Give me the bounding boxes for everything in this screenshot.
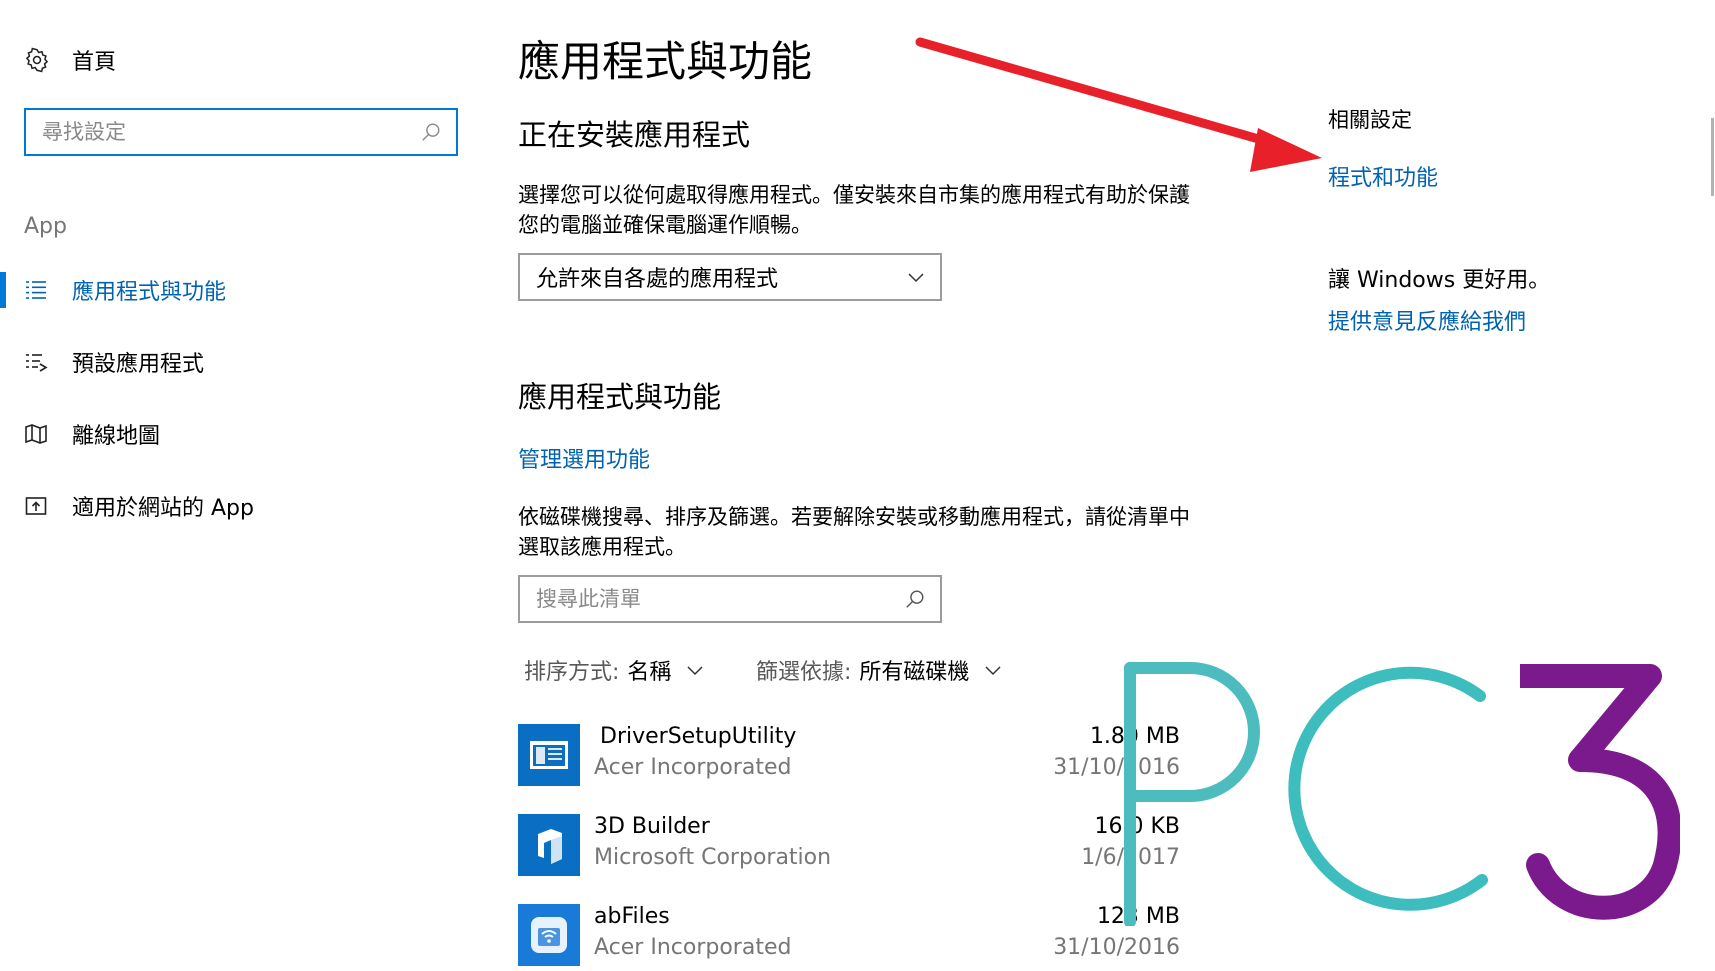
- sidebar-item-offline-maps[interactable]: 離線地圖: [0, 414, 460, 454]
- map-icon: [25, 424, 47, 444]
- chevron-down-icon: [687, 666, 703, 676]
- sort-value: 名稱: [627, 660, 672, 685]
- app-date: 31/10/2016: [1053, 755, 1180, 780]
- app-size: 123 MB: [1096, 904, 1180, 929]
- web-app-icon: [25, 497, 47, 515]
- apps-features-heading: 應用程式與功能: [518, 380, 722, 414]
- app-publisher: Acer Incorporated: [594, 755, 792, 780]
- app-list-search-box: [518, 575, 942, 623]
- app-list-item[interactable]: abFiles Acer Incorporated 123 MB 31/10/2…: [518, 902, 1180, 968]
- chevron-down-icon: [985, 666, 1001, 676]
- sidebar-item-label: 預設應用程式: [72, 352, 205, 377]
- settings-search-box: [24, 108, 458, 156]
- default-apps-icon: [26, 354, 48, 372]
- scrollbar-thumb[interactable]: [1711, 118, 1714, 196]
- home-nav[interactable]: 首頁: [24, 44, 116, 76]
- filter-dropdown[interactable]: 篩選依據: 所有磁碟機: [756, 654, 1003, 686]
- app-source-dropdown[interactable]: 允許來自各處的應用程式: [518, 253, 942, 301]
- 3d-builder-icon: [518, 814, 580, 876]
- feedback-title: 讓 Windows 更好用。: [1328, 268, 1551, 293]
- app-date: 31/10/2016: [1053, 935, 1180, 960]
- sort-dropdown[interactable]: 排序方式: 名稱: [524, 654, 705, 686]
- chevron-down-icon: [908, 273, 924, 283]
- installing-apps-description: 選擇您可以從何處取得應用程式。僅安裝來自市集的應用程式有助於保護您的電腦並確保電…: [518, 183, 1190, 237]
- page-title: 應用程式與功能: [518, 37, 813, 86]
- app-size: 1.80 MB: [1089, 724, 1180, 749]
- app-name: 3D Builder: [594, 814, 710, 839]
- driver-setup-icon: [518, 724, 580, 786]
- sidebar-item-label: 應用程式與功能: [72, 280, 227, 305]
- sidebar-section-label: App: [24, 214, 67, 239]
- app-source-value: 允許來自各處的應用程式: [536, 267, 779, 292]
- settings-window: 首頁 App 應用程式與功能: [0, 0, 1715, 971]
- sort-label: 排序方式:: [524, 660, 620, 685]
- filter-label: 篩選依據:: [756, 660, 852, 685]
- app-size: 16.0 KB: [1094, 814, 1181, 839]
- app-name: DriverSetupUtility: [600, 724, 797, 749]
- sidebar-item-apps-for-websites[interactable]: 適用於網站的 App: [0, 486, 460, 526]
- home-label: 首頁: [72, 50, 117, 75]
- app-publisher: Acer Incorporated: [594, 935, 792, 960]
- sidebar-item-label: 離線地圖: [72, 424, 161, 449]
- installing-apps-heading: 正在安裝應用程式: [518, 118, 751, 152]
- pc3-logo: [1124, 662, 1680, 926]
- gear-icon: [25, 47, 49, 73]
- filter-value: 所有磁碟機: [859, 660, 970, 685]
- app-list-item[interactable]: 3D Builder Microsoft Corporation 16.0 KB…: [518, 812, 1180, 878]
- give-feedback-link[interactable]: 提供意見反應給我們: [1328, 304, 1526, 336]
- app-list-search-input[interactable]: [520, 587, 904, 611]
- app-date: 1/6/2017: [1081, 845, 1180, 870]
- search-icon[interactable]: [420, 121, 442, 143]
- apps-list-icon: [26, 281, 46, 299]
- app-publisher: Microsoft Corporation: [594, 845, 832, 870]
- sidebar-item-default-apps[interactable]: 預設應用程式: [0, 342, 460, 382]
- active-indicator: [0, 272, 6, 308]
- manage-optional-features-link[interactable]: 管理選用功能: [518, 442, 650, 474]
- sidebar-item-apps-features[interactable]: 應用程式與功能: [0, 270, 460, 310]
- sidebar-item-label: 適用於網站的 App: [72, 496, 254, 521]
- app-list-item[interactable]: DriverSetupUtility Acer Incorporated 1.8…: [518, 722, 1180, 788]
- apps-features-description: 依磁碟機搜尋、排序及篩選。若要解除安裝或移動應用程式，請從清單中選取該應用程式。: [518, 505, 1190, 559]
- settings-search-input[interactable]: [26, 120, 420, 144]
- related-settings-title: 相關設定: [1328, 108, 1412, 132]
- abfiles-icon: [518, 904, 580, 966]
- search-icon[interactable]: [904, 588, 926, 610]
- app-name: abFiles: [594, 904, 670, 929]
- programs-and-features-link[interactable]: 程式和功能: [1328, 160, 1438, 192]
